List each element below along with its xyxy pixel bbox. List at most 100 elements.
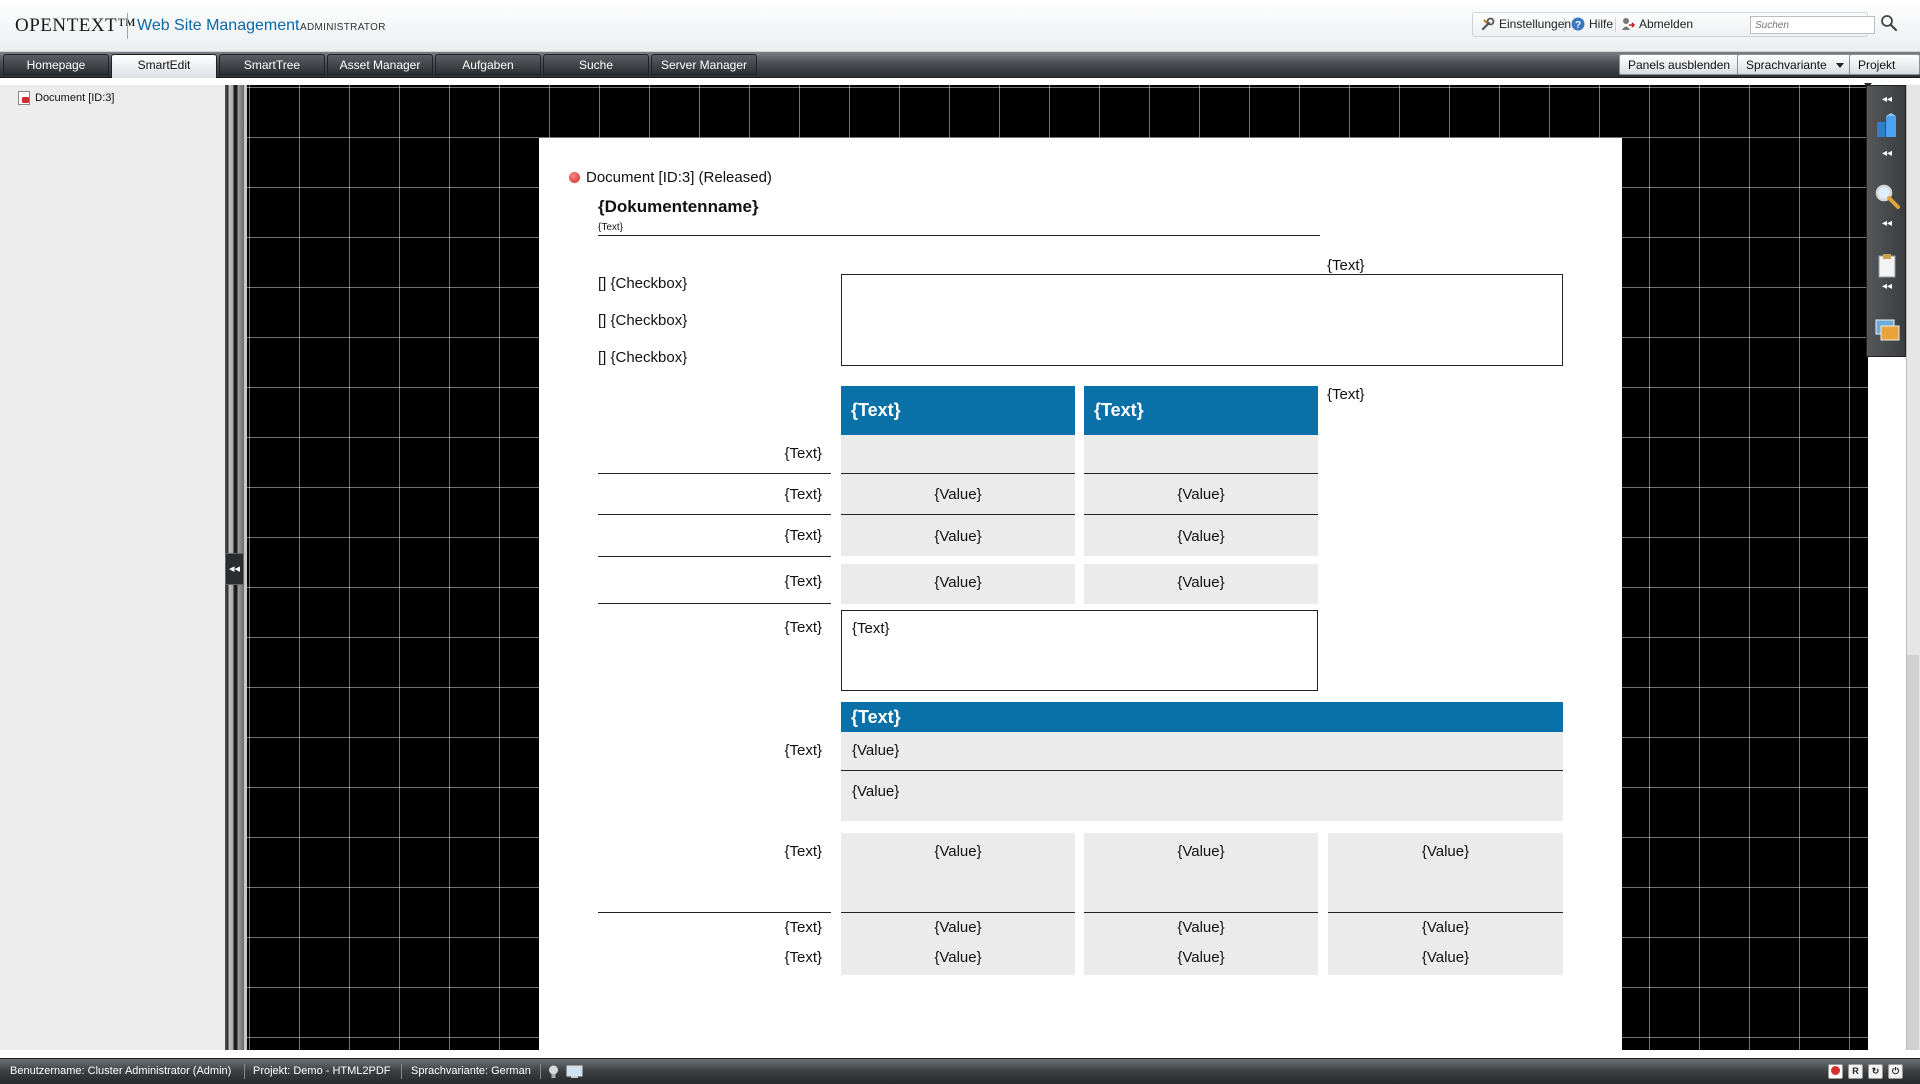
value-placeholder[interactable]: {Value} (841, 528, 1075, 545)
monitor-icon[interactable] (566, 1063, 583, 1080)
document-page: Document [ID:3] (Released) {Dokumentenna… (539, 138, 1622, 1050)
tab-asset-manager[interactable]: Asset Manager (327, 54, 433, 75)
tree-item-label: Document [ID:3] (35, 92, 115, 104)
status-project: Projekt: Demo - HTML2PDF (253, 1065, 391, 1077)
settings-icon (1481, 17, 1495, 31)
row-label[interactable]: {Text} (598, 919, 822, 936)
value-placeholder[interactable]: {Value} (1084, 486, 1318, 503)
value-placeholder[interactable]: {Value} (1084, 919, 1318, 936)
value-placeholder[interactable]: {Value} (852, 783, 899, 800)
images-icon[interactable] (1873, 316, 1901, 344)
value-placeholder[interactable]: {Value} (1084, 949, 1318, 966)
table-header[interactable]: {Text} (1084, 386, 1318, 435)
record-dot (1831, 1066, 1840, 1075)
collapse-icon[interactable]: ◂◂ (1878, 94, 1896, 105)
row-label[interactable]: {Text} (598, 445, 822, 462)
value-placeholder[interactable]: {Value} (841, 919, 1075, 936)
value-placeholder[interactable]: {Value} (1328, 949, 1563, 966)
help-icon: ? (1571, 17, 1585, 31)
scrollbar-thumb[interactable] (1907, 655, 1919, 1050)
tree-item-document[interactable]: Document [ID:3] (18, 91, 114, 105)
logout-icon (1622, 18, 1635, 30)
help-label: Hilfe (1589, 17, 1614, 31)
search-icon[interactable] (1880, 14, 1898, 32)
table-cell (841, 732, 1563, 770)
row-label[interactable]: {Text} (598, 573, 822, 590)
table-cell (841, 771, 1563, 821)
collapse-icon[interactable]: ◂◂ (225, 553, 244, 585)
row-label[interactable]: {Text} (598, 742, 822, 759)
tab-server-manager[interactable]: Server Manager (651, 54, 757, 75)
document-status[interactable]: Document [ID:3] (Released) (569, 169, 772, 186)
divider (598, 514, 831, 515)
tab-aufgaben[interactable]: Aufgaben (435, 54, 541, 75)
document-subtitle[interactable]: {Text} (598, 222, 623, 233)
building-icon[interactable] (1873, 112, 1901, 140)
search-input[interactable] (1750, 16, 1875, 34)
table-cell (1084, 435, 1318, 473)
app-header: OPENTEXT™ Web Site Management ADMINISTRA… (0, 0, 1920, 52)
settings-link[interactable]: Einstellungen (1481, 17, 1571, 31)
refresh-icon[interactable]: ↻ (1868, 1064, 1883, 1079)
record-icon[interactable] (1828, 1064, 1843, 1079)
main-tabbar: Homepage SmartEdit SmartTree Asset Manag… (0, 52, 1920, 89)
document-icon (18, 91, 30, 105)
value-placeholder[interactable]: {Value} (841, 486, 1075, 503)
value-placeholder[interactable]: {Value} (841, 574, 1075, 591)
text-placeholder[interactable]: {Text} (1327, 386, 1365, 403)
row-label[interactable]: {Text} (598, 527, 822, 544)
divider (598, 603, 831, 604)
bulb-icon[interactable] (545, 1063, 562, 1080)
row-label[interactable]: {Text} (598, 843, 822, 860)
divider (598, 473, 831, 474)
value-placeholder[interactable]: {Value} (1084, 528, 1318, 545)
tab-smartedit[interactable]: SmartEdit (111, 54, 217, 78)
value-placeholder[interactable]: {Value} (852, 742, 899, 759)
project-dropdown[interactable]: Projekt (1849, 54, 1920, 89)
app-name: Web Site Management (137, 17, 300, 34)
value-placeholder[interactable]: {Value} (841, 949, 1075, 966)
released-status-icon[interactable] (569, 172, 580, 183)
document-title[interactable]: {Dokumentenname} (598, 197, 759, 217)
project-dropdown-label: Projekt (1858, 58, 1896, 72)
text-area[interactable] (841, 610, 1318, 691)
value-placeholder[interactable]: {Value} (841, 843, 1075, 860)
table-header[interactable]: {Text} (841, 702, 1563, 732)
value-placeholder[interactable]: {Value} (1084, 843, 1318, 860)
text-placeholder[interactable]: {Text} (852, 620, 890, 637)
checkbox-item[interactable]: [] {Checkbox} (598, 275, 687, 292)
collapse-icon[interactable]: ◂◂ (1878, 148, 1896, 159)
tool-separator (1564, 18, 1565, 32)
table-header[interactable]: {Text} (841, 386, 1075, 435)
help-link[interactable]: ? Hilfe (1571, 17, 1613, 31)
collapse-icon[interactable]: ◂◂ (1878, 281, 1896, 292)
panels-toggle-button[interactable]: Panels ausblenden (1619, 54, 1740, 75)
settings-label: Einstellungen (1499, 17, 1572, 31)
tab-homepage[interactable]: Homepage (3, 54, 109, 75)
row-label[interactable]: {Text} (598, 949, 822, 966)
row-label[interactable]: {Text} (598, 486, 822, 503)
status-user: Benutzername: Cluster Administrator (Adm… (10, 1065, 232, 1077)
power-icon[interactable]: ⏻ (1888, 1064, 1903, 1079)
language-dropdown[interactable]: Sprachvariante (1737, 54, 1854, 75)
checkbox-item[interactable]: [] {Checkbox} (598, 349, 687, 366)
text-box[interactable] (841, 274, 1563, 366)
value-placeholder[interactable]: {Value} (1328, 843, 1563, 860)
collapse-icon[interactable]: ◂◂ (1878, 218, 1896, 229)
logout-link[interactable]: Abmelden (1621, 17, 1693, 31)
user-role: ADMINISTRATOR (300, 22, 386, 33)
text-placeholder[interactable]: {Text} (1327, 257, 1365, 274)
chevron-down-icon (1836, 63, 1845, 69)
magnifier-icon[interactable] (1873, 182, 1901, 210)
checkbox-item[interactable]: [] {Checkbox} (598, 312, 687, 329)
clipboard-icon[interactable] (1873, 252, 1901, 280)
value-placeholder[interactable]: {Value} (1084, 574, 1318, 591)
r-icon[interactable]: R (1848, 1064, 1863, 1079)
smartedit-canvas: Document [ID:3] (Released) {Dokumentenna… (244, 85, 1868, 1050)
tab-smarttree[interactable]: SmartTree (219, 54, 325, 75)
opentext-logo: OPENTEXT™ (15, 15, 137, 36)
row-label[interactable]: {Text} (598, 619, 822, 636)
logo-divider (127, 13, 128, 39)
tab-suche[interactable]: Suche (543, 54, 649, 75)
value-placeholder[interactable]: {Value} (1328, 919, 1563, 936)
